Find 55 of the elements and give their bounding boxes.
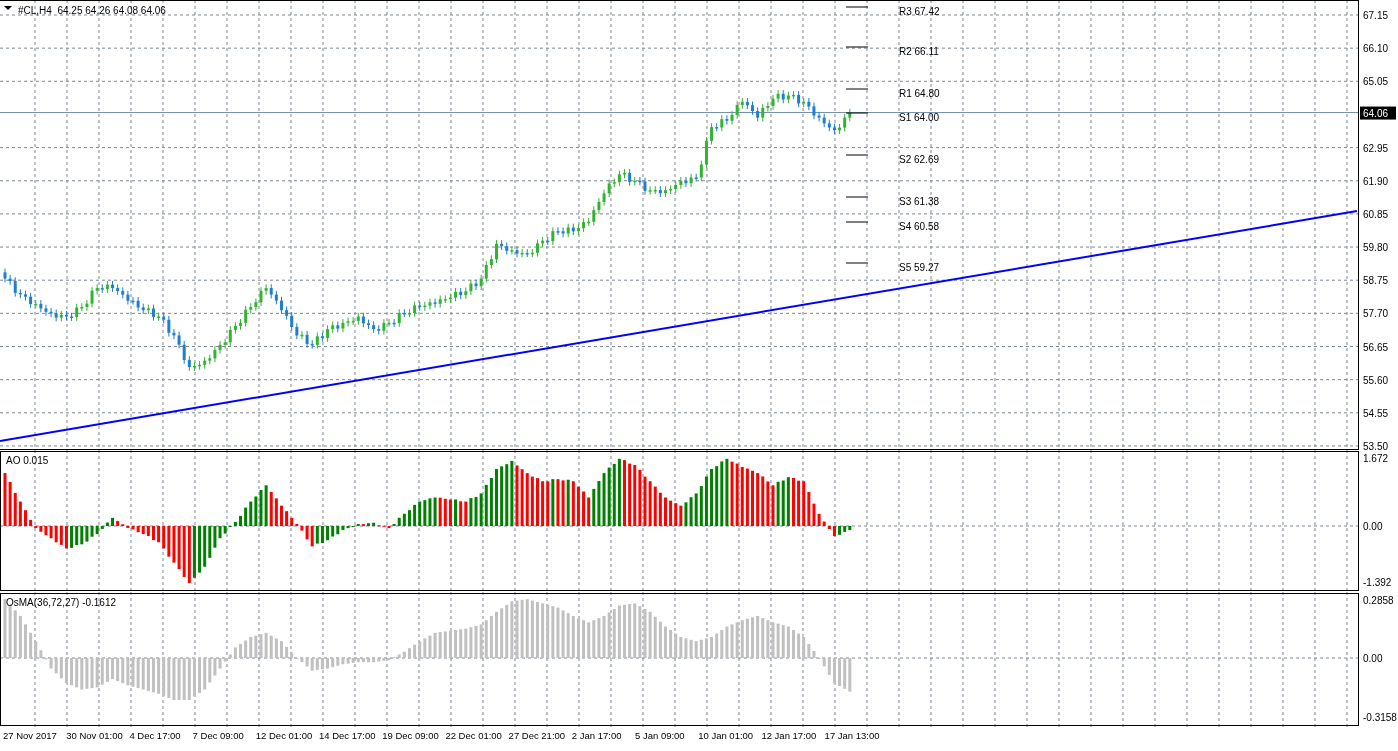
axis-label: 22 Dec 01:00 (445, 730, 502, 741)
pivot-label: S1 64.00 (899, 112, 940, 123)
indicator-title: OsMA(36,72,27) -0.1612 (6, 597, 117, 608)
axis-label: 60.85 (1363, 208, 1389, 220)
pivot-line (845, 6, 869, 8)
axis-label: 62.95 (1363, 142, 1389, 154)
axis-label: 0.00 (1363, 521, 1383, 532)
axis-label: 17 Jan 13:00 (824, 730, 880, 741)
axis-label: 65.05 (1363, 76, 1389, 88)
axis-label: 55.60 (1363, 374, 1389, 386)
pivot-label: R3 67.42 (899, 6, 940, 17)
axis-label: 67.15 (1363, 10, 1389, 21)
axis-label: 4 Dec 17:00 (129, 730, 181, 741)
chart-title: #CL,H4 64.25 64.26 64.08 64.06 (18, 5, 166, 16)
axis-label: 53.50 (1363, 440, 1389, 450)
axis-label: 0.00 (1363, 653, 1383, 664)
axis-label: 30 Nov 01:00 (66, 730, 123, 741)
pivot-line (845, 196, 869, 198)
pivot-label: S2 62.69 (899, 154, 940, 165)
pivot-line (845, 112, 869, 114)
axis-label: 7 Dec 09:00 (192, 730, 244, 741)
axis-label: 1.672 (1363, 453, 1389, 464)
axis-label: -0.3158 (1363, 712, 1397, 723)
dropdown-icon[interactable] (4, 6, 12, 10)
axis-label: 27 Nov 2017 (3, 730, 57, 741)
axis-label: 57.70 (1363, 308, 1389, 320)
axis-label: -1.392 (1363, 577, 1392, 588)
price-tag: 64.06 (1360, 106, 1396, 120)
axis-label: 58.75 (1363, 275, 1389, 287)
axis-label: 54.55 (1363, 407, 1389, 419)
axis-label: 5 Jan 09:00 (635, 730, 685, 741)
axis-label: 0.2858 (1363, 595, 1394, 606)
axis-label: 19 Dec 09:00 (382, 730, 439, 741)
pivot-line (845, 221, 869, 223)
axis-label: 14 Dec 17:00 (319, 730, 376, 741)
pivot-label: R1 64.80 (899, 88, 940, 99)
axis-label: 2 Jan 17:00 (571, 730, 622, 741)
indicator-title: AO 0.015 (6, 455, 49, 466)
pivot-label: S5 59.27 (899, 262, 940, 273)
pivot-label: S4 60.58 (899, 221, 940, 232)
axis-label: 59.80 (1363, 242, 1389, 254)
pivot-line (845, 262, 869, 264)
pivot-label: R2 66.11 (899, 46, 939, 57)
pivot-line (845, 46, 869, 48)
pivot-line (845, 154, 869, 156)
pivot-line (845, 88, 869, 90)
axis-label: 56.65 (1363, 341, 1389, 353)
pivot-label: S3 61.38 (899, 196, 940, 207)
trend-line[interactable] (0, 210, 1358, 442)
axis-label: 61.90 (1363, 175, 1389, 187)
axis-label: 27 Dec 21:00 (508, 730, 566, 741)
axis-label: 66.10 (1363, 43, 1389, 55)
axis-label: 10 Jan 01:00 (698, 730, 754, 741)
axis-label: 12 Jan 17:00 (761, 730, 817, 741)
axis-label: 12 Dec 01:00 (255, 730, 313, 741)
